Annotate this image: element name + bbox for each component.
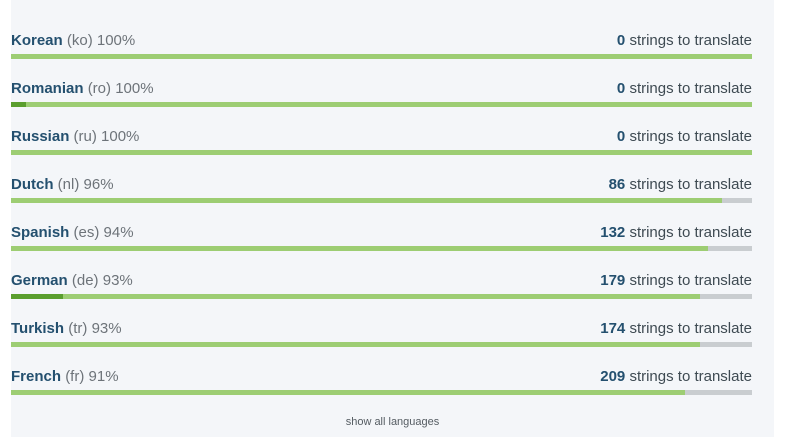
language-code: (tr) bbox=[68, 320, 88, 337]
language-row-text: French (fr) 91% 209 strings to translate bbox=[11, 367, 752, 387]
strings-count: 0 bbox=[616, 128, 626, 145]
strings-count: 86 bbox=[608, 176, 626, 193]
progress-bar bbox=[11, 390, 752, 395]
language-percent: 96% bbox=[83, 176, 114, 193]
strings-suffix: strings to translate bbox=[629, 32, 752, 49]
language-row-korean[interactable]: Korean (ko) 100% 0 strings to translate bbox=[11, 0, 752, 59]
strings-suffix: strings to translate bbox=[629, 224, 752, 241]
language-name[interactable]: Dutch bbox=[11, 176, 54, 193]
language-percent: 91% bbox=[88, 368, 119, 385]
strings-count: 209 bbox=[600, 368, 626, 385]
language-name[interactable]: German bbox=[11, 272, 68, 289]
progress-translated-fill bbox=[11, 390, 686, 395]
language-name[interactable]: Romanian bbox=[11, 80, 84, 97]
language-row-romanian[interactable]: Romanian (ro) 100% 0 strings to translat… bbox=[11, 48, 752, 107]
language-code: (de) bbox=[71, 272, 99, 289]
language-name[interactable]: Spanish bbox=[11, 224, 69, 241]
language-name[interactable]: French bbox=[11, 368, 61, 385]
strings-suffix: strings to translate bbox=[629, 272, 752, 289]
language-row-german[interactable]: German (de) 93% 179 strings to translate bbox=[11, 240, 752, 299]
strings-suffix: strings to translate bbox=[629, 176, 752, 193]
strings-count: 132 bbox=[600, 224, 626, 241]
language-code: (nl) bbox=[57, 176, 80, 193]
language-percent: 100% bbox=[115, 80, 154, 97]
language-row-dutch[interactable]: Dutch (nl) 96% 86 strings to translate bbox=[11, 144, 752, 203]
show-all-languages-link[interactable]: show all languages bbox=[11, 414, 774, 430]
language-row-french[interactable]: French (fr) 91% 209 strings to translate bbox=[11, 336, 752, 395]
language-name[interactable]: Russian bbox=[11, 128, 69, 145]
language-percent: 93% bbox=[91, 320, 122, 337]
strings-suffix: strings to translate bbox=[629, 128, 752, 145]
language-name[interactable]: Korean bbox=[11, 32, 63, 49]
language-row-spanish[interactable]: Spanish (es) 94% 132 strings to translat… bbox=[11, 192, 752, 251]
language-percent: 94% bbox=[103, 224, 134, 241]
strings-to-translate[interactable]: 209 strings to translate bbox=[600, 367, 752, 387]
language-code: (ru) bbox=[73, 128, 97, 145]
strings-suffix: strings to translate bbox=[629, 320, 752, 337]
strings-count: 174 bbox=[600, 320, 626, 337]
language-list: Korean (ko) 100% 0 strings to translate … bbox=[11, 0, 752, 395]
language-code: (es) bbox=[73, 224, 100, 241]
strings-count: 0 bbox=[616, 80, 626, 97]
language-percent: 100% bbox=[101, 128, 140, 145]
language-label: French (fr) 91% bbox=[11, 367, 119, 387]
language-percent: 100% bbox=[96, 32, 136, 49]
strings-count: 0 bbox=[616, 32, 626, 49]
language-row-russian[interactable]: Russian (ru) 100% 0 strings to translate bbox=[11, 96, 752, 155]
language-code: (ko) bbox=[66, 32, 93, 49]
language-percent: 93% bbox=[102, 272, 133, 289]
language-name[interactable]: Turkish bbox=[11, 320, 64, 337]
strings-suffix: strings to translate bbox=[629, 80, 752, 97]
language-code: (fr) bbox=[65, 368, 85, 385]
strings-suffix: strings to translate bbox=[629, 368, 752, 385]
language-code: (ro) bbox=[87, 80, 112, 97]
language-row-turkish[interactable]: Turkish (tr) 93% 174 strings to translat… bbox=[11, 288, 752, 347]
strings-count: 179 bbox=[600, 272, 626, 289]
